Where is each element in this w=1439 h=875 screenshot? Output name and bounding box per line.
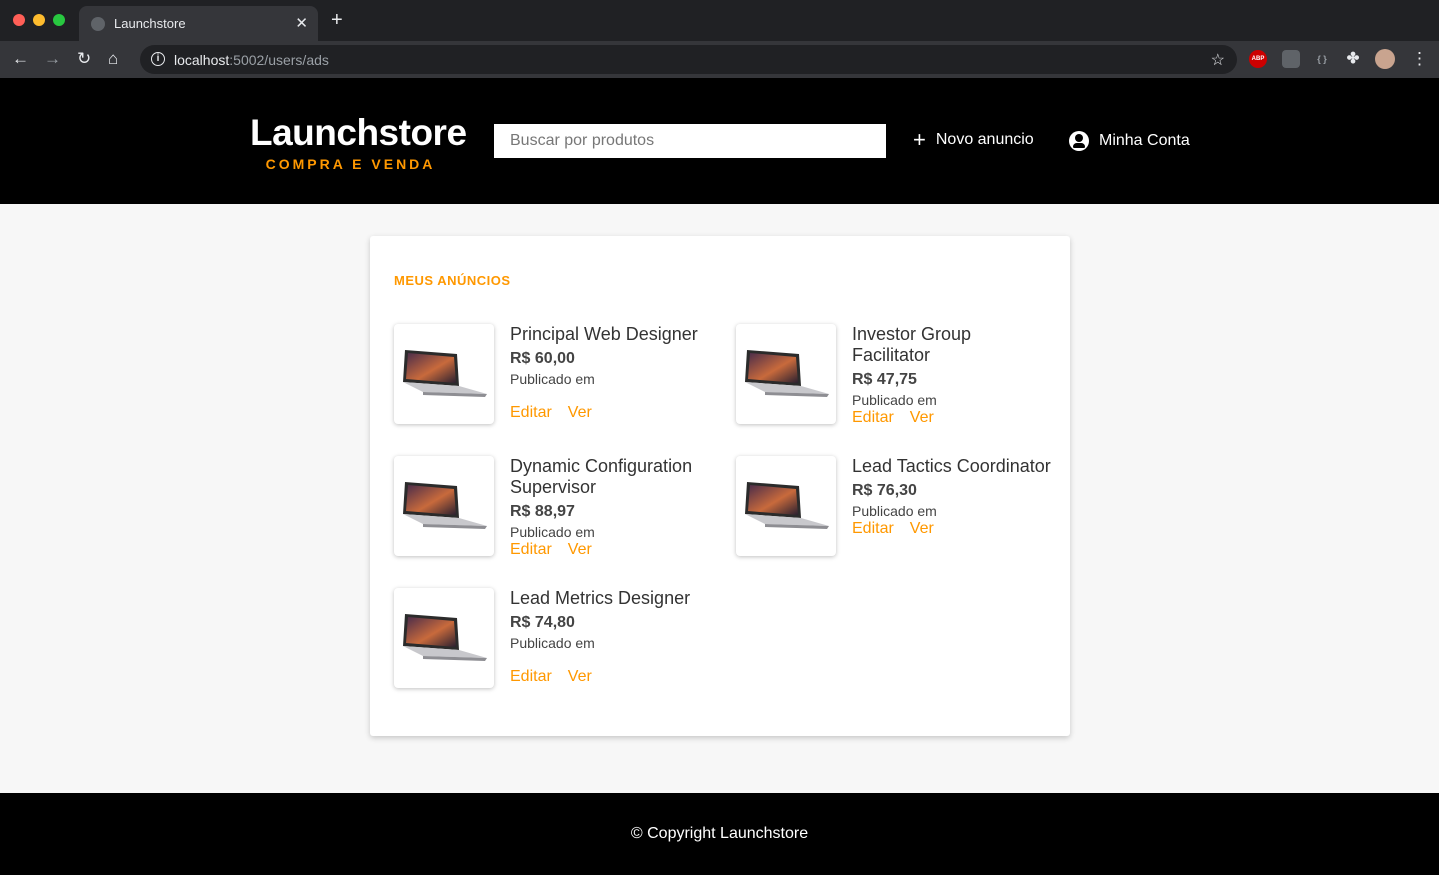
logo-subtitle: COMPRA E VENDA: [265, 156, 436, 172]
maximize-window-button[interactable]: [53, 14, 65, 26]
back-icon[interactable]: ←: [12, 49, 29, 69]
ad-price: R$ 76,30: [852, 482, 917, 499]
product-thumbnail[interactable]: [394, 588, 494, 688]
laptop-image: [403, 482, 487, 529]
ad-actions: Editar Ver: [852, 520, 1052, 538]
logo-title: Launchstore: [250, 112, 467, 153]
close-tab-icon[interactable]: ✕: [295, 14, 308, 32]
profile-avatar[interactable]: [1375, 49, 1395, 69]
ad-actions: Editar Ver: [852, 409, 1052, 427]
browser-toolbar: ← → ↻ ⌂ i localhost:5002/users/ads ☆ ABP…: [0, 41, 1439, 78]
copyright-text: © Copyright Launchstore: [630, 825, 809, 842]
section-title: MEUS ANÚNCIOS: [394, 273, 511, 288]
extensions-puzzle-icon[interactable]: ✤: [1344, 50, 1362, 68]
product-thumbnail[interactable]: [394, 324, 494, 424]
edit-link[interactable]: Editar: [510, 668, 552, 686]
new-tab-button[interactable]: +: [331, 10, 343, 30]
view-link[interactable]: Ver: [568, 668, 592, 686]
ad-item: Lead Metrics Designer R$ 74,80 Publicado…: [394, 588, 736, 720]
ad-item: Investor Group Facilitator R$ 47,75 Publ…: [736, 324, 1054, 456]
globe-icon: [91, 17, 105, 31]
ad-published: Publicado em: [852, 503, 937, 519]
laptop-image: [403, 350, 487, 397]
ad-published: Publicado em: [852, 392, 937, 408]
view-link[interactable]: Ver: [568, 404, 592, 422]
ad-price: R$ 60,00: [510, 350, 575, 367]
ad-actions: Editar Ver: [510, 404, 710, 422]
ad-info: Principal Web Designer R$ 60,00 Publicad…: [510, 324, 710, 422]
edit-link[interactable]: Editar: [510, 541, 552, 559]
edit-link[interactable]: Editar: [510, 404, 552, 422]
product-thumbnail[interactable]: [394, 456, 494, 556]
address-bar[interactable]: i localhost:5002/users/ads ☆: [140, 45, 1237, 74]
ad-price: R$ 88,97: [510, 503, 575, 520]
ad-actions: Editar Ver: [510, 668, 710, 686]
extension-icon[interactable]: [1282, 50, 1300, 68]
close-window-button[interactable]: [13, 14, 25, 26]
ad-info: Investor Group Facilitator R$ 47,75 Publ…: [852, 324, 1052, 427]
ad-published: Publicado em: [510, 524, 595, 540]
product-thumbnail[interactable]: [736, 456, 836, 556]
account-link[interactable]: Minha Conta: [1069, 131, 1190, 151]
json-extension-icon[interactable]: { }: [1313, 50, 1331, 68]
edit-link[interactable]: Editar: [852, 409, 894, 427]
home-icon[interactable]: ⌂: [108, 49, 118, 69]
view-link[interactable]: Ver: [568, 541, 592, 559]
ad-name[interactable]: Lead Tactics Coordinator: [852, 456, 1052, 477]
search-input[interactable]: [494, 124, 886, 158]
ad-item: Principal Web Designer R$ 60,00 Publicad…: [394, 324, 736, 456]
ad-price: R$ 47,75: [852, 371, 917, 388]
account-label: Minha Conta: [1099, 132, 1190, 149]
laptop-image: [745, 350, 829, 397]
logo[interactable]: Launchstore COMPRA E VENDA: [250, 112, 467, 172]
reload-icon[interactable]: ↻: [77, 49, 91, 69]
account-circle-icon: [1069, 131, 1089, 151]
ad-info: Lead Metrics Designer R$ 74,80 Publicado…: [510, 588, 710, 686]
new-ad-label: Novo anuncio: [935, 131, 1034, 148]
site-footer: © Copyright Launchstore: [0, 793, 1439, 875]
ad-name[interactable]: Lead Metrics Designer: [510, 588, 710, 609]
ad-name[interactable]: Dynamic Configuration Supervisor: [510, 456, 710, 498]
ad-item: Lead Tactics Coordinator R$ 76,30 Public…: [736, 456, 1054, 588]
ad-item: Dynamic Configuration Supervisor R$ 88,9…: [394, 456, 736, 588]
edit-link[interactable]: Editar: [852, 520, 894, 538]
view-link[interactable]: Ver: [910, 409, 934, 427]
adblock-extension-icon[interactable]: ABP: [1249, 50, 1267, 68]
laptop-image: [403, 614, 487, 661]
url-path: :5002/users/ads: [229, 52, 329, 68]
view-link[interactable]: Ver: [910, 520, 934, 538]
browser-menu-icon[interactable]: ⋮: [1411, 49, 1428, 69]
ads-grid: Principal Web Designer R$ 60,00 Publicad…: [394, 324, 1054, 720]
ad-name[interactable]: Principal Web Designer: [510, 324, 710, 345]
minimize-window-button[interactable]: [33, 14, 45, 26]
url-text[interactable]: localhost:5002/users/ads: [174, 52, 329, 68]
tab-title: Launchstore: [114, 16, 186, 31]
new-ad-link[interactable]: + Novo anuncio: [913, 127, 1034, 152]
ad-info: Dynamic Configuration Supervisor R$ 88,9…: [510, 456, 710, 559]
bookmark-star-icon[interactable]: ☆: [1211, 50, 1225, 70]
product-thumbnail[interactable]: [736, 324, 836, 424]
ad-info: Lead Tactics Coordinator R$ 76,30 Public…: [852, 456, 1052, 538]
ad-price: R$ 74,80: [510, 614, 575, 631]
url-host: localhost: [174, 52, 230, 68]
plus-icon: +: [913, 127, 926, 152]
ad-actions: Editar Ver: [510, 541, 710, 559]
ad-published: Publicado em: [510, 371, 595, 387]
ad-published: Publicado em: [510, 635, 595, 651]
browser-tab[interactable]: Launchstore ✕: [79, 6, 318, 41]
ad-name[interactable]: Investor Group Facilitator: [852, 324, 1052, 366]
site-header: Launchstore COMPRA E VENDA + Novo anunci…: [0, 78, 1439, 204]
laptop-image: [745, 482, 829, 529]
browser-tab-bar: Launchstore ✕ +: [0, 0, 1439, 41]
my-ads-card: MEUS ANÚNCIOS Principal Web Designer R$ …: [370, 236, 1070, 736]
info-icon[interactable]: i: [151, 52, 165, 66]
forward-icon[interactable]: →: [44, 49, 61, 69]
